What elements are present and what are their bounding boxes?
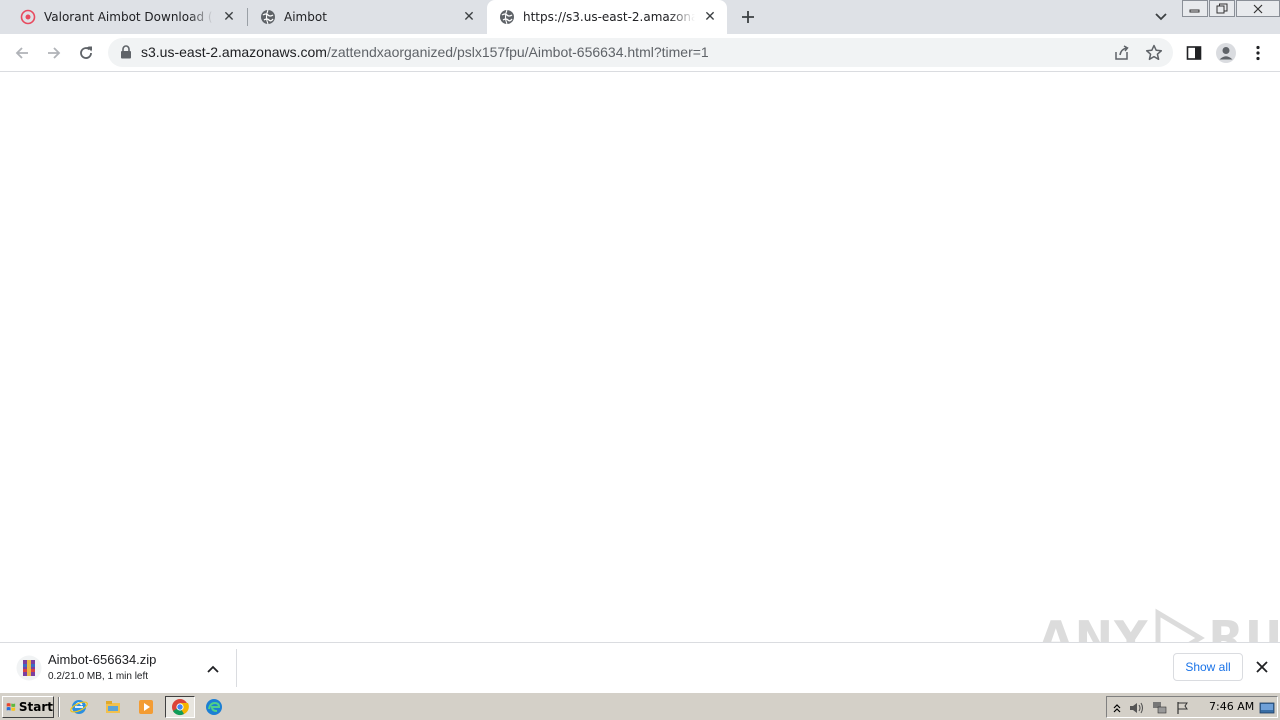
- globe-icon: [261, 9, 275, 25]
- url-text[interactable]: s3.us-east-2.amazonaws.com/zattendxaorga…: [141, 44, 709, 60]
- show-all-button[interactable]: Show all: [1173, 653, 1243, 681]
- arrow-right-icon: [48, 47, 61, 59]
- side-panel-button[interactable]: [1183, 42, 1205, 64]
- download-options-button[interactable]: [204, 660, 222, 678]
- quicklaunch-ie[interactable]: [64, 696, 94, 718]
- tab-strip: Valorant Aimbot Download (Updated ✕ Aimb…: [0, 0, 1280, 34]
- download-status: 0.2/21.0 MB, 1 min left: [48, 671, 149, 682]
- share-icon[interactable]: [1112, 43, 1132, 63]
- tab-search-chevron-icon[interactable]: [1150, 7, 1172, 27]
- bookmark-star-icon[interactable]: [1144, 43, 1164, 63]
- action-center-flag-icon[interactable]: [1175, 700, 1191, 716]
- tray-expand-icon[interactable]: [1109, 700, 1125, 716]
- close-window-button[interactable]: [1236, 0, 1280, 17]
- edge-icon: [206, 699, 222, 715]
- taskbar-separator: [58, 697, 60, 717]
- page-content: [0, 72, 1280, 642]
- globe-icon: [500, 9, 514, 25]
- close-tab-icon[interactable]: ✕: [460, 8, 478, 26]
- close-tab-icon[interactable]: ✕: [701, 8, 719, 26]
- more-vert-icon: [1256, 45, 1260, 61]
- download-item[interactable]: Aimbot-656634.zip 0.2/21.0 MB, 1 min lef…: [12, 651, 237, 687]
- close-tab-icon[interactable]: ✕: [220, 8, 238, 26]
- media-player-icon: [139, 700, 153, 714]
- minimize-button[interactable]: [1182, 0, 1208, 17]
- url-host: s3.us-east-2.amazonaws.com: [141, 44, 327, 60]
- tab-valorant-aimbot[interactable]: Valorant Aimbot Download (Updated ✕: [8, 0, 246, 34]
- file-explorer-icon: [106, 701, 120, 713]
- close-icon: [1256, 661, 1268, 673]
- restore-icon: [1216, 3, 1228, 13]
- tab-aimbot[interactable]: Aimbot ✕: [248, 0, 486, 34]
- network-icon[interactable]: [1152, 700, 1168, 716]
- lock-icon[interactable]: [120, 45, 132, 59]
- close-icon: [1253, 4, 1263, 13]
- address-bar[interactable]: s3.us-east-2.amazonaws.com/zattendxaorga…: [108, 38, 1173, 67]
- quicklaunch-media[interactable]: [131, 696, 161, 718]
- download-divider: [236, 649, 237, 687]
- tab-title: Valorant Aimbot Download (Updated: [44, 10, 214, 24]
- reload-button[interactable]: [72, 39, 100, 67]
- internet-explorer-icon: [70, 700, 88, 714]
- side-panel-icon: [1186, 46, 1202, 60]
- reload-icon: [80, 46, 92, 59]
- quicklaunch-chrome[interactable]: [165, 696, 195, 718]
- taskbar: Start 7:46 AM: [0, 692, 1280, 720]
- arrow-left-icon: [15, 47, 28, 59]
- url-path: /zattendxaorganized/pslx157fpu/Aimbot-65…: [326, 44, 709, 60]
- show-desktop-icon[interactable]: [1259, 700, 1275, 716]
- chevron-up-icon: [207, 665, 219, 673]
- start-label: Start: [18, 700, 53, 714]
- avatar-icon: [1216, 43, 1236, 63]
- plus-icon: [742, 11, 754, 23]
- tab-title: https://s3.us-east-2.amazonaws.com: [523, 10, 695, 24]
- start-button[interactable]: Start: [2, 696, 54, 718]
- profile-button[interactable]: [1215, 42, 1237, 64]
- quicklaunch-explorer[interactable]: [98, 696, 128, 718]
- download-shelf: Aimbot-656634.zip 0.2/21.0 MB, 1 min lef…: [0, 642, 1280, 692]
- new-tab-button[interactable]: [736, 5, 760, 29]
- clock: 7:46 AM: [1209, 700, 1255, 713]
- system-tray: 7:46 AM: [1106, 696, 1278, 718]
- menu-button[interactable]: [1247, 42, 1269, 64]
- volume-icon[interactable]: [1129, 700, 1145, 716]
- valorant-icon: [20, 9, 36, 25]
- restore-button[interactable]: [1209, 0, 1235, 17]
- tab-title: Aimbot: [284, 10, 327, 24]
- tab-s3-amazonaws[interactable]: https://s3.us-east-2.amazonaws.com ✕: [487, 0, 727, 34]
- minimize-icon: [1189, 9, 1200, 12]
- window-controls: [1182, 0, 1280, 18]
- winrar-archive-icon: [16, 655, 42, 681]
- windows-logo-icon: [6, 703, 16, 711]
- chrome-icon: [172, 699, 189, 716]
- close-shelf-button[interactable]: [1252, 657, 1272, 677]
- download-filename: Aimbot-656634.zip: [48, 652, 157, 667]
- quicklaunch-edge[interactable]: [199, 696, 229, 718]
- forward-button[interactable]: [40, 39, 68, 67]
- back-button[interactable]: [8, 39, 36, 67]
